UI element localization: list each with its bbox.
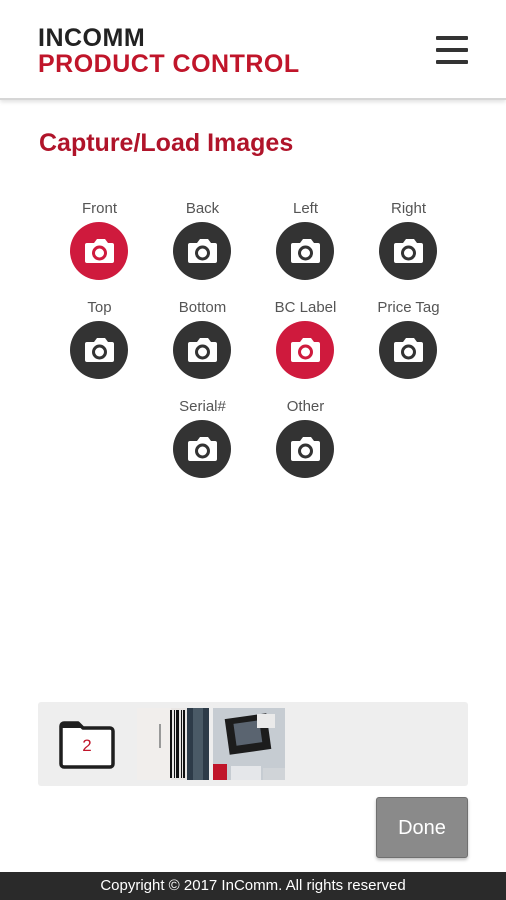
camera-icon — [173, 321, 231, 379]
capture-back-button[interactable]: Back — [151, 200, 254, 290]
capture-top-button[interactable]: Top — [48, 299, 151, 389]
image-tray: 2 — [38, 702, 468, 786]
image-count: 2 — [82, 736, 92, 755]
camera-icon — [276, 222, 334, 280]
done-button[interactable]: Done — [376, 797, 468, 858]
capture-label: Right — [390, 200, 427, 217]
folder-icon[interactable]: 2 — [58, 718, 116, 770]
capture-label: Other — [286, 398, 325, 415]
camera-icon — [379, 222, 437, 280]
capture-label: Front — [81, 200, 117, 217]
capture-right-button[interactable]: Right — [357, 200, 460, 290]
camera-icon — [276, 321, 334, 379]
thumbnail-barcode-label[interactable] — [137, 708, 209, 780]
capture-label: Back — [185, 200, 220, 217]
capture-price-tag-button[interactable]: Price Tag — [357, 299, 460, 389]
brand-name: INCOMM — [38, 24, 146, 52]
brand-product: PRODUCT CONTROL — [38, 50, 300, 78]
camera-icon — [70, 321, 128, 379]
camera-icon — [70, 222, 128, 280]
copyright-footer: Copyright © 2017 InComm. All rights rese… — [0, 872, 506, 900]
capture-serial-button[interactable]: Serial# — [151, 398, 254, 488]
camera-icon — [379, 321, 437, 379]
capture-front-button[interactable]: Front — [48, 200, 151, 290]
camera-icon — [173, 222, 231, 280]
capture-label: Serial# — [179, 398, 226, 415]
thumbnail-product-front[interactable] — [213, 708, 285, 780]
capture-label: Left — [292, 200, 319, 217]
capture-other-button[interactable]: Other — [254, 398, 357, 488]
hamburger-menu-icon[interactable] — [434, 34, 470, 68]
capture-left-button[interactable]: Left — [254, 200, 357, 290]
capture-bc-label-button[interactable]: BC Label — [254, 299, 357, 389]
camera-icon — [173, 420, 231, 478]
capture-label: BC Label — [274, 299, 337, 316]
capture-label: Top — [87, 299, 112, 316]
capture-label: Price Tag — [377, 299, 440, 316]
capture-bottom-button[interactable]: Bottom — [151, 299, 254, 389]
camera-icon — [276, 420, 334, 478]
app-header: INCOMM PRODUCT CONTROL — [0, 0, 506, 100]
page-title: Capture/Load Images — [39, 129, 294, 157]
capture-label: Bottom — [178, 299, 227, 316]
